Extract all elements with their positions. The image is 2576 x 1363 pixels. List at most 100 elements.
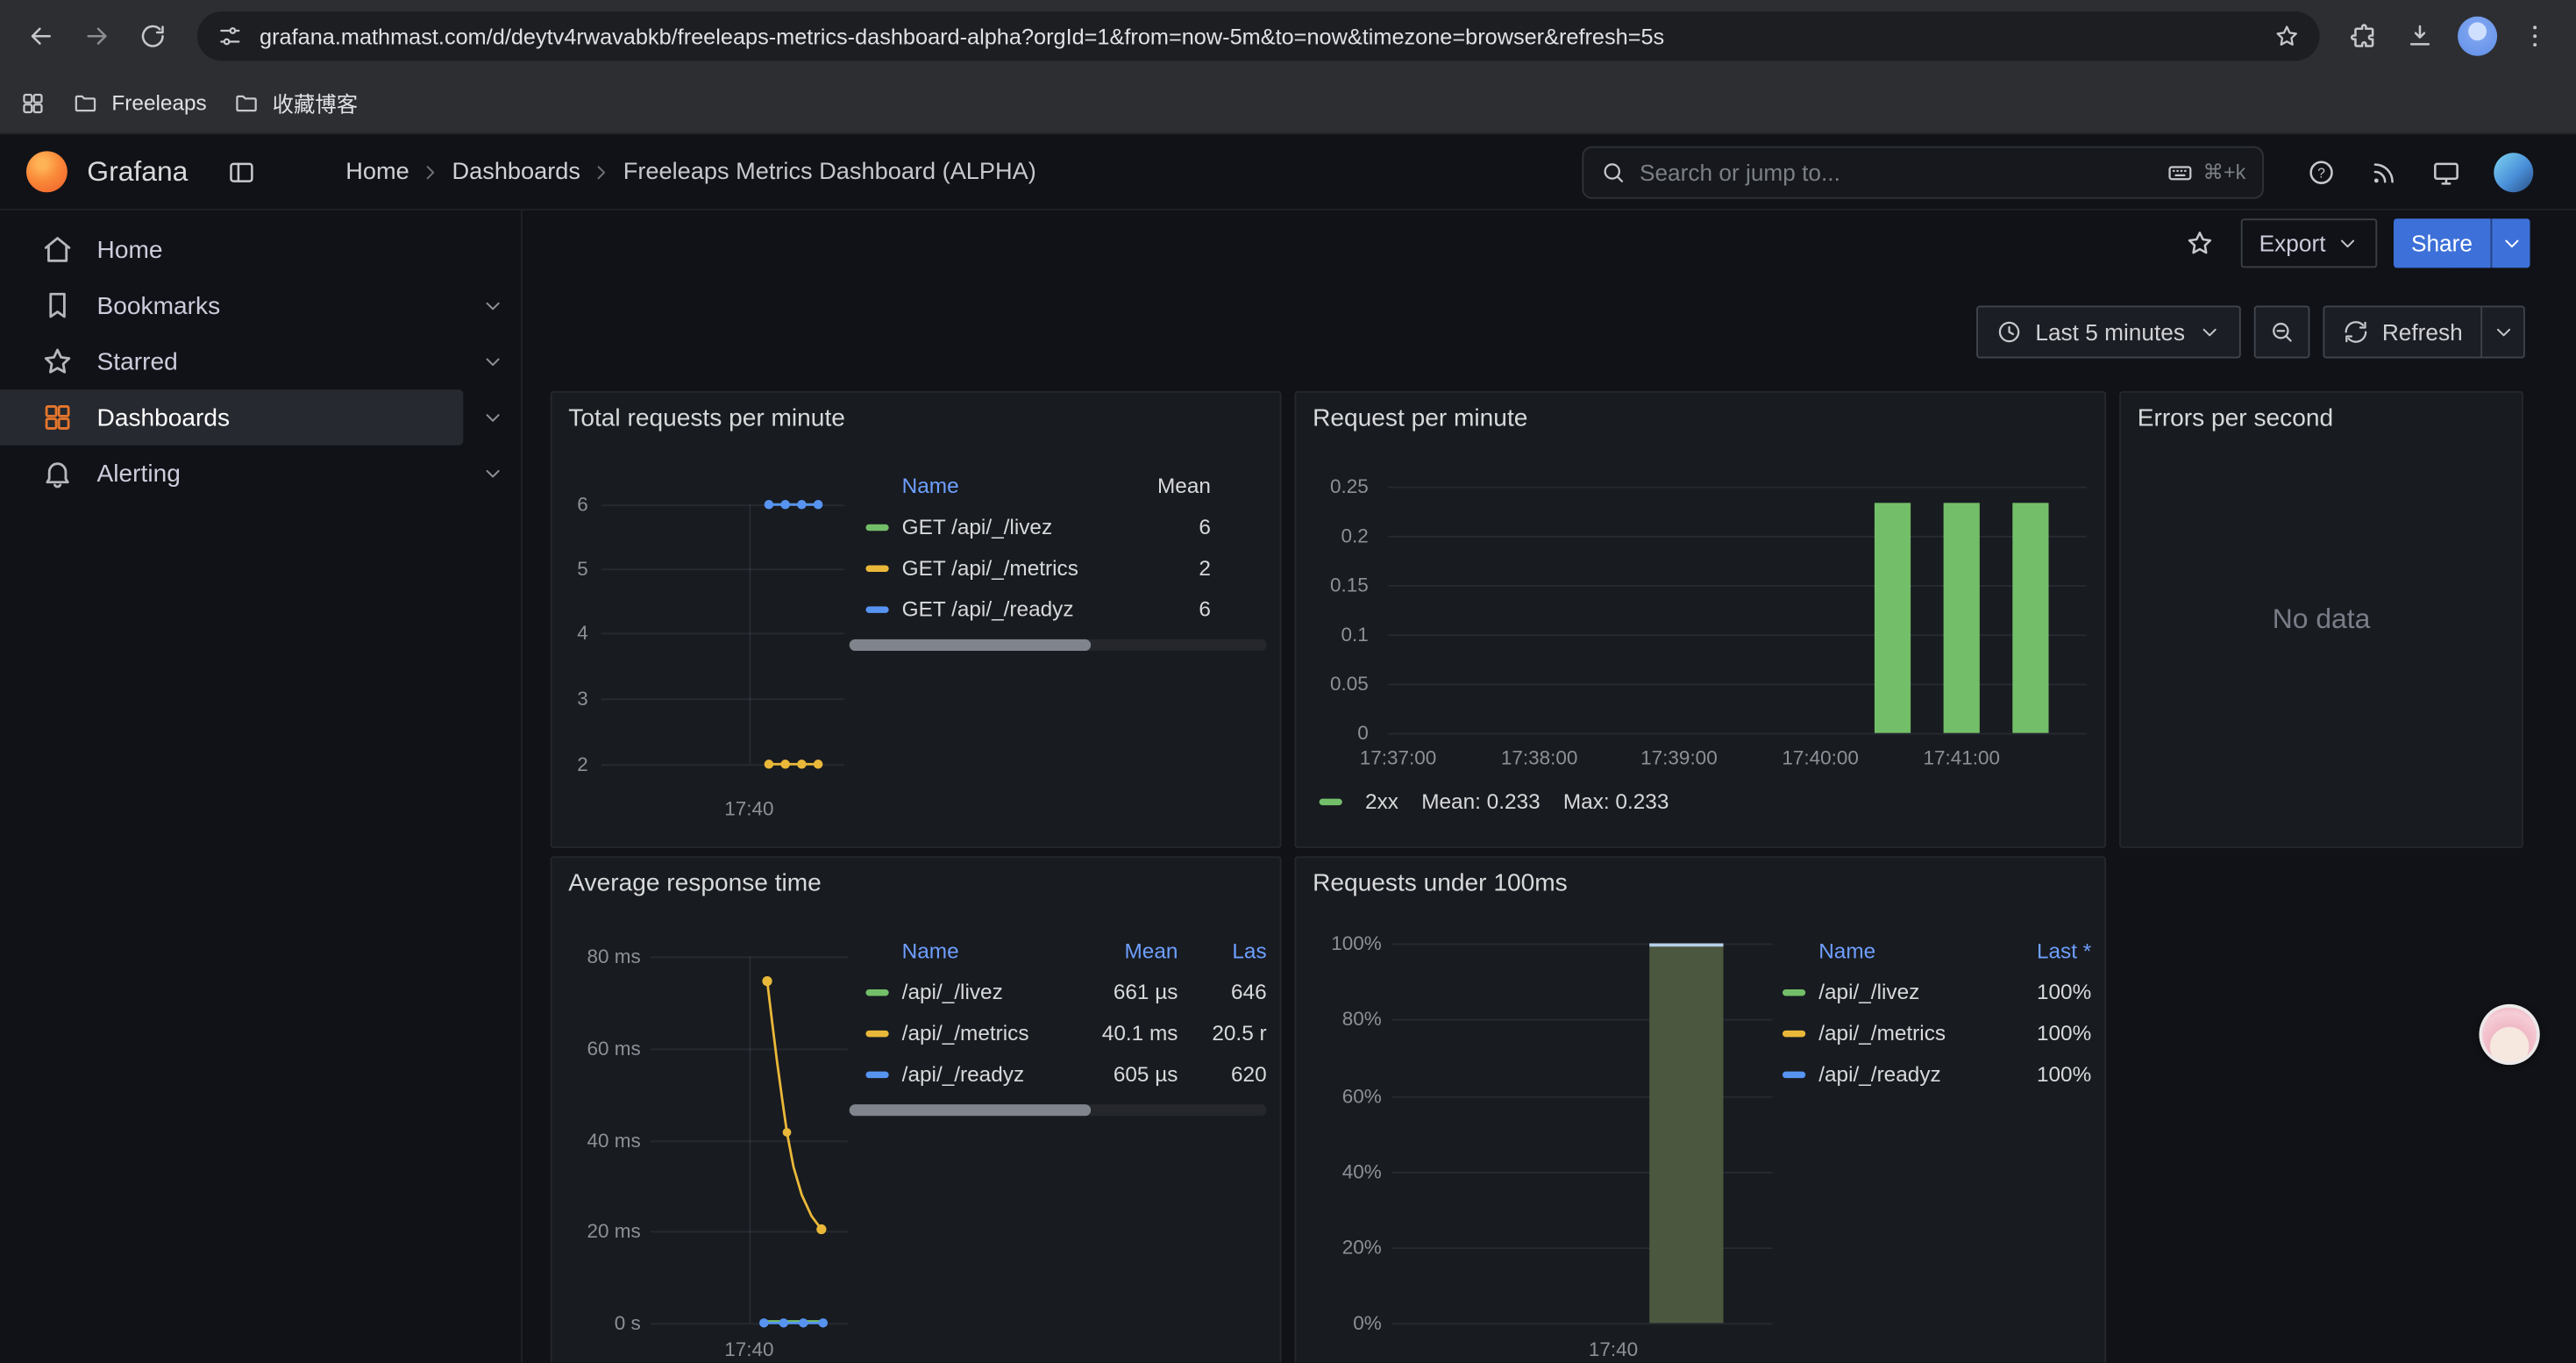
p2-bar [1875, 503, 1911, 732]
legend-col-name[interactable]: Name [865, 474, 1128, 498]
series-mean-stat: Mean: 0.233 [1421, 789, 1540, 813]
expand-dashboards-button[interactable] [463, 389, 521, 446]
legend-col-name[interactable]: Name [865, 938, 1072, 963]
panel-legend: 2xx Mean: 0.233 Max: 0.233 [1320, 789, 1669, 813]
bell-icon [41, 457, 74, 489]
chevron-down-icon [2336, 232, 2359, 254]
sidebar-toggle-button[interactable] [217, 147, 267, 196]
refresh-interval-button[interactable] [2482, 306, 2525, 359]
series-name[interactable]: /api/_/livez [1818, 980, 2012, 1004]
panel-title[interactable]: Average response time [568, 869, 822, 897]
refresh-button[interactable]: Refresh [2323, 306, 2482, 359]
series-name[interactable]: /api/_/metrics [1818, 1021, 2012, 1045]
rss-icon[interactable] [2369, 157, 2399, 187]
legend-col-last[interactable]: Last * [2012, 938, 2091, 963]
sidebar-item-dashboards[interactable]: Dashboards [0, 389, 521, 446]
series-last: 646 [1178, 980, 1266, 1004]
x-tick: 17:40 [713, 1338, 785, 1360]
legend-row: GET /api/_/readyz 6 [850, 589, 1267, 630]
x-tick: 17:40:00 [1771, 746, 1869, 769]
sidebar-item-home[interactable]: Home [0, 222, 521, 278]
legend-col-mean[interactable]: Mean [1128, 474, 1211, 498]
panel-title[interactable]: Total requests per minute [568, 404, 845, 432]
expand-alerting-button[interactable] [463, 446, 521, 502]
chevron-down-icon [2491, 320, 2514, 343]
y-tick: 0 s [552, 1309, 641, 1336]
series-name[interactable]: /api/_/readyz [902, 1061, 1073, 1086]
expand-starred-button[interactable] [463, 333, 521, 389]
share-menu-button[interactable] [2491, 218, 2530, 268]
url-text[interactable]: grafana.mathmast.com/d/deytv4rwavabkb/fr… [260, 24, 2257, 48]
panel-title[interactable]: Request per minute [1313, 404, 1527, 432]
breadcrumb-separator-icon [590, 161, 613, 183]
panel-legend: Name Last * /api/_/livez 100% /api/_/met… [1783, 931, 2091, 1095]
series-marker [865, 605, 888, 611]
floating-assistant-avatar[interactable] [2479, 1004, 2539, 1065]
zoom-out-time-button[interactable] [2254, 306, 2310, 359]
bookmark-icon [41, 289, 74, 322]
series-name[interactable]: /api/_/readyz [1818, 1061, 2012, 1086]
bookmark-star-icon[interactable] [2274, 23, 2300, 49]
refresh-icon [2343, 319, 2369, 346]
panel-title[interactable]: Requests under 100ms [1313, 869, 1568, 897]
panel-average-response-time: Average response time 80 ms 60 ms 40 ms … [551, 856, 1282, 1362]
browser-profile-avatar[interactable] [2458, 17, 2497, 56]
search-input[interactable] [1640, 159, 2153, 185]
series-name[interactable]: GET /api/_/readyz [902, 596, 1129, 621]
sidebar-item-alerting[interactable]: Alerting [0, 446, 521, 502]
y-tick: 0.25 [1296, 474, 1368, 500]
series-mean: 6 [1128, 596, 1211, 621]
legend-col-name[interactable]: Name [1783, 938, 2012, 963]
panel-legend: Name Mean Las /api/_/livez 661 µs 646 [850, 931, 1267, 1117]
grafana-logo[interactable] [26, 151, 68, 192]
series-name[interactable]: /api/_/metrics [902, 1021, 1073, 1045]
downloads-button[interactable] [2395, 11, 2444, 61]
breadcrumb-dashboards[interactable]: Dashboards [452, 159, 581, 185]
sidebar-item-bookmarks[interactable]: Bookmarks [0, 278, 521, 334]
expand-bookmarks-button[interactable] [463, 278, 521, 334]
help-icon[interactable]: ? [2307, 157, 2337, 187]
grafana-app: Grafana Home Dashboards Freeleaps Metric… [0, 135, 2576, 1363]
y-tick: 40 ms [552, 1127, 641, 1153]
breadcrumb-home[interactable]: Home [345, 159, 409, 185]
series-marker [1783, 1030, 1805, 1036]
reload-button[interactable] [128, 11, 177, 61]
browser-menu-button[interactable] [2510, 11, 2559, 61]
legend-col-last[interactable]: Las [1178, 938, 1266, 963]
panel-errors-per-second: Errors per second No data [2119, 391, 2523, 848]
search-box[interactable]: ⌘+k [1582, 146, 2264, 198]
forward-button[interactable] [72, 11, 121, 61]
chevron-down-icon [480, 294, 503, 317]
sidebar-item-label: Starred [97, 347, 178, 375]
folder-icon [233, 89, 260, 116]
monitor-icon[interactable] [2431, 157, 2461, 187]
legend-scrollbar-thumb[interactable] [850, 1104, 1092, 1116]
favorite-dashboard-button[interactable] [2175, 218, 2224, 268]
user-avatar[interactable] [2494, 152, 2533, 191]
legend-row: /api/_/readyz 605 µs 620 [850, 1053, 1267, 1095]
y-tick: 20 ms [552, 1217, 641, 1244]
bookmark-folder-blogs[interactable]: 收藏博客 [233, 87, 358, 118]
series-name[interactable]: /api/_/livez [902, 980, 1073, 1004]
share-button[interactable]: Share [2393, 218, 2530, 268]
x-tick: 17:37:00 [1348, 746, 1447, 769]
sidebar-item-label: Alerting [97, 460, 181, 488]
series-mean: 2 [1128, 555, 1211, 580]
series-name[interactable]: 2xx [1365, 789, 1398, 813]
bookmark-folder-freeleaps[interactable]: Freeleaps [72, 89, 206, 116]
legend-scrollbar-thumb[interactable] [850, 639, 1092, 651]
site-settings-icon[interactable] [217, 23, 243, 49]
y-tick: 5 [552, 555, 588, 582]
back-button[interactable] [17, 11, 66, 61]
series-name[interactable]: GET /api/_/metrics [902, 555, 1129, 580]
sidebar-item-starred[interactable]: Starred [0, 333, 521, 389]
breadcrumb-separator-icon [419, 161, 442, 183]
series-name[interactable]: GET /api/_/livez [902, 514, 1129, 539]
legend-col-mean[interactable]: Mean [1073, 938, 1178, 963]
address-bar[interactable]: grafana.mathmast.com/d/deytv4rwavabkb/fr… [197, 11, 2320, 61]
time-range-picker[interactable]: Last 5 minutes [1976, 306, 2241, 359]
export-button[interactable]: Export [2241, 218, 2377, 268]
apps-grid-icon[interactable] [19, 89, 46, 116]
y-tick: 80% [1296, 1006, 1381, 1032]
extensions-button[interactable] [2339, 11, 2388, 61]
